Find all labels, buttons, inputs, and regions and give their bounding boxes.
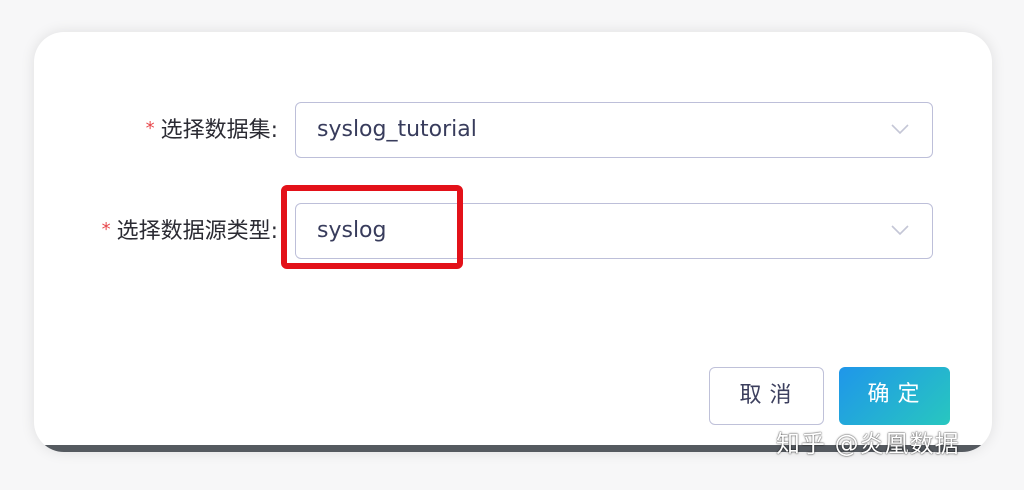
screenshot-frame: * 选择数据集: syslog_tutorial * 选择数据源类型: syslog… — [0, 0, 1024, 490]
form-row-dataset: * 选择数据集: syslog_tutorial — [34, 102, 992, 160]
required-star: * — [145, 118, 155, 139]
chevron-down-icon — [891, 124, 909, 135]
confirm-button[interactable]: 确定 — [839, 367, 950, 425]
form-row-source-type: * 选择数据源类型: syslog — [34, 203, 992, 261]
highlight-annotation — [281, 185, 463, 269]
zhihu-watermark: 知乎 @炎凰数据 — [776, 430, 960, 458]
dialog: * 选择数据集: syslog_tutorial * 选择数据源类型: syslog… — [34, 32, 992, 452]
chevron-down-icon — [891, 225, 909, 236]
dataset-select[interactable]: syslog_tutorial — [295, 102, 933, 158]
cancel-button[interactable]: 取消 — [709, 367, 824, 425]
dataset-label: * 选择数据集: — [146, 102, 278, 160]
source-type-label-text: 选择数据源类型: — [116, 219, 278, 244]
required-star: * — [101, 219, 111, 240]
dataset-label-text: 选择数据集: — [160, 118, 278, 143]
source-type-label: * 选择数据源类型: — [102, 203, 278, 261]
dataset-select-value: syslog_tutorial — [317, 117, 477, 142]
